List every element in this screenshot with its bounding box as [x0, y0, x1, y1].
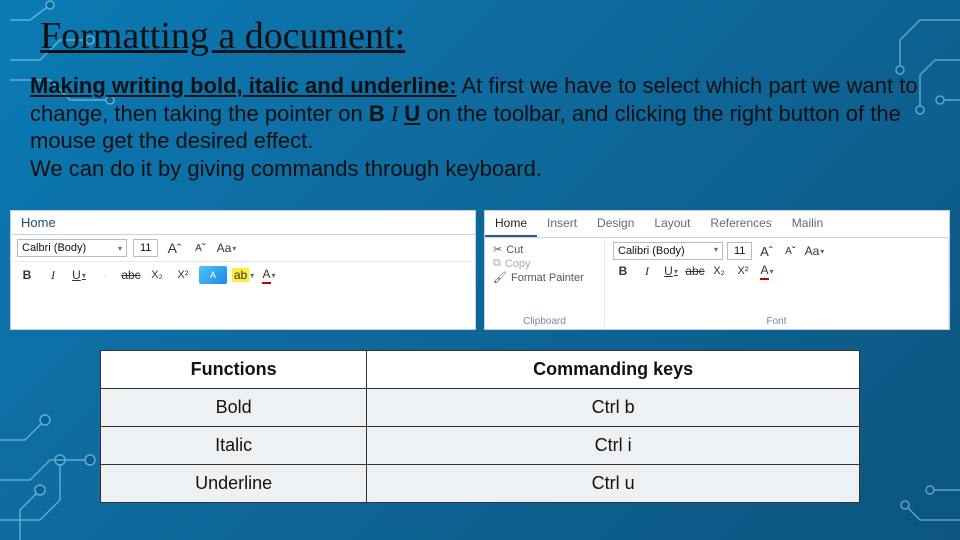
font-group: Calibri (Body)▾ 11 Aˆ Aˇ Aa▾ B I U▾ abc …	[605, 238, 949, 329]
decrease-font-icon[interactable]: Aˇ	[190, 239, 210, 257]
font-color-button[interactable]: A▾	[259, 266, 279, 284]
font-color-button-b[interactable]: A▾	[757, 262, 777, 280]
italic-button-b[interactable]: I	[637, 262, 657, 280]
ribbon-a-tab-home[interactable]: Home	[11, 211, 475, 235]
strikethrough-button[interactable]: abc	[121, 266, 141, 284]
divider: ·	[95, 266, 115, 284]
body-text: Making writing bold, italic and underlin…	[30, 72, 930, 182]
subscript-button[interactable]: X₂	[147, 266, 167, 284]
circuit-bottom-right	[850, 450, 960, 540]
table-header-row: Functions Commanding keys	[101, 351, 860, 389]
font-name-value: Calbri (Body)	[22, 242, 86, 254]
font-group-label: Font	[613, 316, 940, 327]
body-lead: Making writing bold, italic and underlin…	[30, 73, 457, 98]
ribbon-a: Home Calbri (Body) ▾ 11 Aˆ Aˇ Aa▾ B I U▾…	[10, 210, 476, 330]
ribbon-b-tabs: Home Insert Design Layout References Mai…	[485, 211, 949, 238]
inline-italic-i: I	[391, 101, 398, 126]
subscript-button-b[interactable]: X₂	[709, 262, 729, 280]
ribbon-b: Home Insert Design Layout References Mai…	[484, 210, 950, 330]
tab-mailings[interactable]: Mailin	[782, 211, 833, 237]
chevron-down-icon: ▾	[714, 245, 718, 257]
change-case-icon[interactable]: Aa▾	[216, 239, 236, 257]
cell-fn: Bold	[101, 389, 367, 427]
copy-icon: ⧉	[493, 257, 501, 270]
header-keys: Commanding keys	[367, 351, 860, 389]
cell-key: Ctrl u	[367, 465, 860, 503]
tab-design[interactable]: Design	[587, 211, 644, 237]
table-row: Underline Ctrl u	[101, 465, 860, 503]
inline-underline-u: U	[404, 101, 420, 126]
strikethrough-button-b[interactable]: abc	[685, 262, 705, 280]
copy-button[interactable]: ⧉Copy	[493, 257, 596, 270]
cell-key: Ctrl b	[367, 389, 860, 427]
increase-font-icon[interactable]: Aˆ	[164, 239, 184, 257]
underline-button[interactable]: U▾	[69, 266, 89, 284]
page-title: Formatting a document:	[40, 14, 405, 58]
shortcut-table: Functions Commanding keys Bold Ctrl b It…	[100, 350, 860, 503]
bold-button[interactable]: B	[17, 266, 37, 284]
tab-references[interactable]: References	[700, 211, 781, 237]
text-effects-icon[interactable]: A	[199, 266, 227, 284]
table-row: Italic Ctrl i	[101, 427, 860, 465]
clipboard-group: ✂Cut ⧉Copy 🖌Format Painter Clipboard	[485, 238, 605, 329]
scissors-icon: ✂	[493, 243, 502, 256]
paintbrush-icon: 🖌	[493, 271, 507, 285]
inline-bold-b: B	[369, 101, 385, 126]
superscript-button[interactable]: X²	[173, 266, 193, 284]
font-name-dropdown[interactable]: Calbri (Body) ▾	[17, 239, 127, 257]
body-line-2: We can do it by giving commands through …	[30, 156, 542, 181]
header-functions: Functions	[101, 351, 367, 389]
tab-home[interactable]: Home	[485, 211, 537, 237]
cell-key: Ctrl i	[367, 427, 860, 465]
cut-button[interactable]: ✂Cut	[493, 243, 596, 256]
italic-button[interactable]: I	[43, 266, 63, 284]
slide: Formatting a document: Making writing bo…	[0, 0, 960, 540]
tab-layout[interactable]: Layout	[644, 211, 700, 237]
highlight-button[interactable]: ab▾	[233, 266, 253, 284]
bold-button-b[interactable]: B	[613, 262, 633, 280]
increase-font-icon[interactable]: Aˆ	[756, 242, 776, 260]
font-size-dropdown-b[interactable]: 11	[727, 242, 752, 260]
cell-fn: Italic	[101, 427, 367, 465]
font-size-dropdown[interactable]: 11	[133, 239, 158, 257]
font-size-value: 11	[140, 242, 151, 254]
change-case-icon[interactable]: Aa▾	[804, 242, 824, 260]
table-row: Bold Ctrl b	[101, 389, 860, 427]
tab-insert[interactable]: Insert	[537, 211, 587, 237]
underline-button-b[interactable]: U▾	[661, 262, 681, 280]
clipboard-label: Clipboard	[493, 316, 596, 327]
chevron-down-icon: ▾	[118, 244, 122, 253]
font-name-dropdown-b[interactable]: Calibri (Body)▾	[613, 242, 723, 260]
cell-fn: Underline	[101, 465, 367, 503]
format-painter-button[interactable]: 🖌Format Painter	[493, 271, 596, 285]
superscript-button-b[interactable]: X²	[733, 262, 753, 280]
decrease-font-icon[interactable]: Aˇ	[780, 242, 800, 260]
ribbon-screenshots: Home Calbri (Body) ▾ 11 Aˆ Aˇ Aa▾ B I U▾…	[10, 210, 950, 330]
